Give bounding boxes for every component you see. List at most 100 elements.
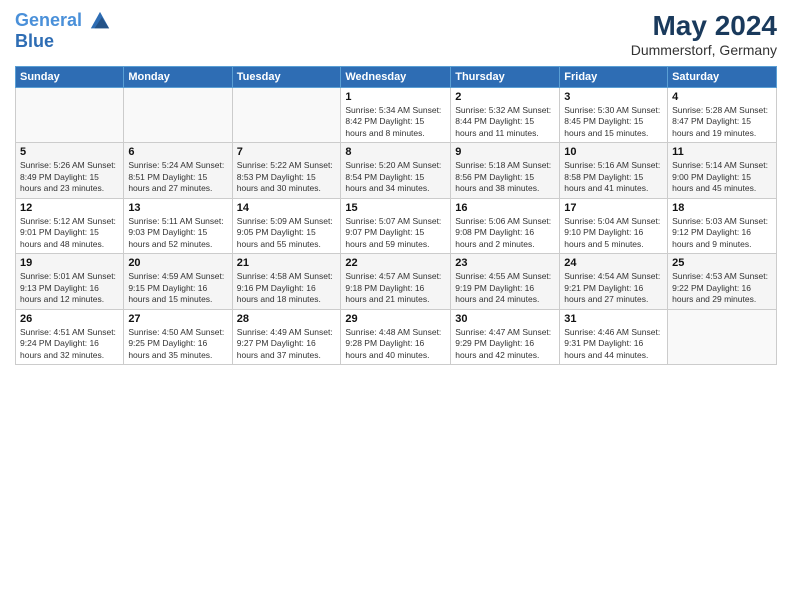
day-info: Sunrise: 5:04 AM Sunset: 9:10 PM Dayligh… [564, 216, 663, 250]
logo-line2: Blue [15, 32, 111, 52]
day-number: 22 [345, 257, 446, 269]
day-info: Sunrise: 5:30 AM Sunset: 8:45 PM Dayligh… [564, 105, 663, 139]
calendar-cell: 24 Sunrise: 4:54 AM Sunset: 9:21 PM Dayli… [560, 254, 668, 309]
col-wednesday: Wednesday [341, 67, 451, 88]
day-number: 20 [128, 257, 227, 269]
calendar-cell: 5 Sunrise: 5:26 AM Sunset: 8:49 PM Daylig… [16, 143, 124, 198]
day-info: Sunrise: 5:20 AM Sunset: 8:54 PM Dayligh… [345, 160, 446, 194]
calendar-cell: 25 Sunrise: 4:53 AM Sunset: 9:22 PM Dayli… [668, 254, 777, 309]
logo-text: General [15, 10, 111, 32]
day-number: 10 [564, 146, 663, 158]
day-number: 15 [345, 202, 446, 214]
day-info: Sunrise: 4:53 AM Sunset: 9:22 PM Dayligh… [672, 271, 772, 305]
day-number: 14 [237, 202, 337, 214]
calendar-cell [124, 88, 232, 143]
col-monday: Monday [124, 67, 232, 88]
day-number: 5 [20, 146, 119, 158]
day-number: 16 [455, 202, 555, 214]
day-number: 13 [128, 202, 227, 214]
week-row-2: 12 Sunrise: 5:12 AM Sunset: 9:01 PM Dayli… [16, 198, 777, 253]
day-number: 24 [564, 257, 663, 269]
calendar-cell: 11Sunrise: 5:14 AM Sunset: 9:00 PM Dayli… [668, 143, 777, 198]
day-number: 2 [455, 91, 555, 103]
day-number: 4 [672, 91, 772, 103]
week-row-1: 5 Sunrise: 5:26 AM Sunset: 8:49 PM Daylig… [16, 143, 777, 198]
day-number: 27 [128, 313, 227, 325]
calendar-cell: 1Sunrise: 5:34 AM Sunset: 8:42 PM Daylig… [341, 88, 451, 143]
col-thursday: Thursday [451, 67, 560, 88]
calendar-cell: 26 Sunrise: 4:51 AM Sunset: 9:24 PM Dayli… [16, 309, 124, 364]
day-info: Sunrise: 4:49 AM Sunset: 9:27 PM Dayligh… [237, 327, 337, 361]
day-number: 25 [672, 257, 772, 269]
day-number: 6 [128, 146, 227, 158]
day-number: 1 [345, 91, 446, 103]
day-info: Sunrise: 4:51 AM Sunset: 9:24 PM Dayligh… [20, 327, 119, 361]
calendar-cell: 2Sunrise: 5:32 AM Sunset: 8:44 PM Daylig… [451, 88, 560, 143]
day-number: 31 [564, 313, 663, 325]
day-number: 12 [20, 202, 119, 214]
calendar-cell: 17Sunrise: 5:04 AM Sunset: 9:10 PM Dayli… [560, 198, 668, 253]
calendar-cell: 23Sunrise: 4:55 AM Sunset: 9:19 PM Dayli… [451, 254, 560, 309]
calendar-cell: 15 Sunrise: 5:07 AM Sunset: 9:07 PM Dayli… [341, 198, 451, 253]
day-info: Sunrise: 5:07 AM Sunset: 9:07 PM Dayligh… [345, 216, 446, 250]
day-info: Sunrise: 5:26 AM Sunset: 8:49 PM Dayligh… [20, 160, 119, 194]
day-number: 21 [237, 257, 337, 269]
day-info: Sunrise: 5:11 AM Sunset: 9:03 PM Dayligh… [128, 216, 227, 250]
day-number: 23 [455, 257, 555, 269]
calendar-cell: 29 Sunrise: 4:48 AM Sunset: 9:28 PM Dayli… [341, 309, 451, 364]
calendar-cell: 4 Sunrise: 5:28 AM Sunset: 8:47 PM Daylig… [668, 88, 777, 143]
week-row-3: 19Sunrise: 5:01 AM Sunset: 9:13 PM Dayli… [16, 254, 777, 309]
col-sunday: Sunday [16, 67, 124, 88]
logo: General Blue [15, 10, 111, 52]
day-info: Sunrise: 5:09 AM Sunset: 9:05 PM Dayligh… [237, 216, 337, 250]
calendar-cell: 20 Sunrise: 4:59 AM Sunset: 9:15 PM Dayli… [124, 254, 232, 309]
col-saturday: Saturday [668, 67, 777, 88]
calendar-cell: 19Sunrise: 5:01 AM Sunset: 9:13 PM Dayli… [16, 254, 124, 309]
day-number: 29 [345, 313, 446, 325]
month-title: May 2024 [631, 10, 777, 42]
calendar-cell: 7 Sunrise: 5:22 AM Sunset: 8:53 PM Daylig… [232, 143, 341, 198]
day-info: Sunrise: 4:57 AM Sunset: 9:18 PM Dayligh… [345, 271, 446, 305]
calendar-cell: 31 Sunrise: 4:46 AM Sunset: 9:31 PM Dayli… [560, 309, 668, 364]
page: General Blue May 2024 Dummerstorf, Germa… [0, 0, 792, 612]
day-info: Sunrise: 4:46 AM Sunset: 9:31 PM Dayligh… [564, 327, 663, 361]
day-info: Sunrise: 5:24 AM Sunset: 8:51 PM Dayligh… [128, 160, 227, 194]
calendar-cell: 8 Sunrise: 5:20 AM Sunset: 8:54 PM Daylig… [341, 143, 451, 198]
day-info: Sunrise: 4:50 AM Sunset: 9:25 PM Dayligh… [128, 327, 227, 361]
day-info: Sunrise: 5:28 AM Sunset: 8:47 PM Dayligh… [672, 105, 772, 139]
calendar-cell: 10 Sunrise: 5:16 AM Sunset: 8:58 PM Dayli… [560, 143, 668, 198]
calendar-cell [232, 88, 341, 143]
day-info: Sunrise: 5:12 AM Sunset: 9:01 PM Dayligh… [20, 216, 119, 250]
day-number: 28 [237, 313, 337, 325]
week-row-0: 1Sunrise: 5:34 AM Sunset: 8:42 PM Daylig… [16, 88, 777, 143]
calendar-table: Sunday Monday Tuesday Wednesday Thursday… [15, 66, 777, 365]
day-number: 30 [455, 313, 555, 325]
day-number: 9 [455, 146, 555, 158]
col-tuesday: Tuesday [232, 67, 341, 88]
calendar-cell: 18Sunrise: 5:03 AM Sunset: 9:12 PM Dayli… [668, 198, 777, 253]
day-info: Sunrise: 4:47 AM Sunset: 9:29 PM Dayligh… [455, 327, 555, 361]
week-row-4: 26 Sunrise: 4:51 AM Sunset: 9:24 PM Dayli… [16, 309, 777, 364]
day-info: Sunrise: 5:16 AM Sunset: 8:58 PM Dayligh… [564, 160, 663, 194]
calendar-cell: 9 Sunrise: 5:18 AM Sunset: 8:56 PM Daylig… [451, 143, 560, 198]
day-number: 18 [672, 202, 772, 214]
calendar-cell: 16Sunrise: 5:06 AM Sunset: 9:08 PM Dayli… [451, 198, 560, 253]
day-info: Sunrise: 5:22 AM Sunset: 8:53 PM Dayligh… [237, 160, 337, 194]
calendar-cell: 22 Sunrise: 4:57 AM Sunset: 9:18 PM Dayli… [341, 254, 451, 309]
day-number: 7 [237, 146, 337, 158]
day-info: Sunrise: 5:18 AM Sunset: 8:56 PM Dayligh… [455, 160, 555, 194]
calendar-cell: 28 Sunrise: 4:49 AM Sunset: 9:27 PM Dayli… [232, 309, 341, 364]
calendar-cell [16, 88, 124, 143]
calendar-cell: 6 Sunrise: 5:24 AM Sunset: 8:51 PM Daylig… [124, 143, 232, 198]
title-area: May 2024 Dummerstorf, Germany [631, 10, 777, 58]
subtitle: Dummerstorf, Germany [631, 42, 777, 58]
day-info: Sunrise: 4:48 AM Sunset: 9:28 PM Dayligh… [345, 327, 446, 361]
col-friday: Friday [560, 67, 668, 88]
calendar-cell: 14 Sunrise: 5:09 AM Sunset: 9:05 PM Dayli… [232, 198, 341, 253]
day-info: Sunrise: 4:54 AM Sunset: 9:21 PM Dayligh… [564, 271, 663, 305]
day-number: 8 [345, 146, 446, 158]
day-info: Sunrise: 5:14 AM Sunset: 9:00 PM Dayligh… [672, 160, 772, 194]
day-info: Sunrise: 4:59 AM Sunset: 9:15 PM Dayligh… [128, 271, 227, 305]
day-number: 26 [20, 313, 119, 325]
calendar-cell: 13 Sunrise: 5:11 AM Sunset: 9:03 PM Dayli… [124, 198, 232, 253]
